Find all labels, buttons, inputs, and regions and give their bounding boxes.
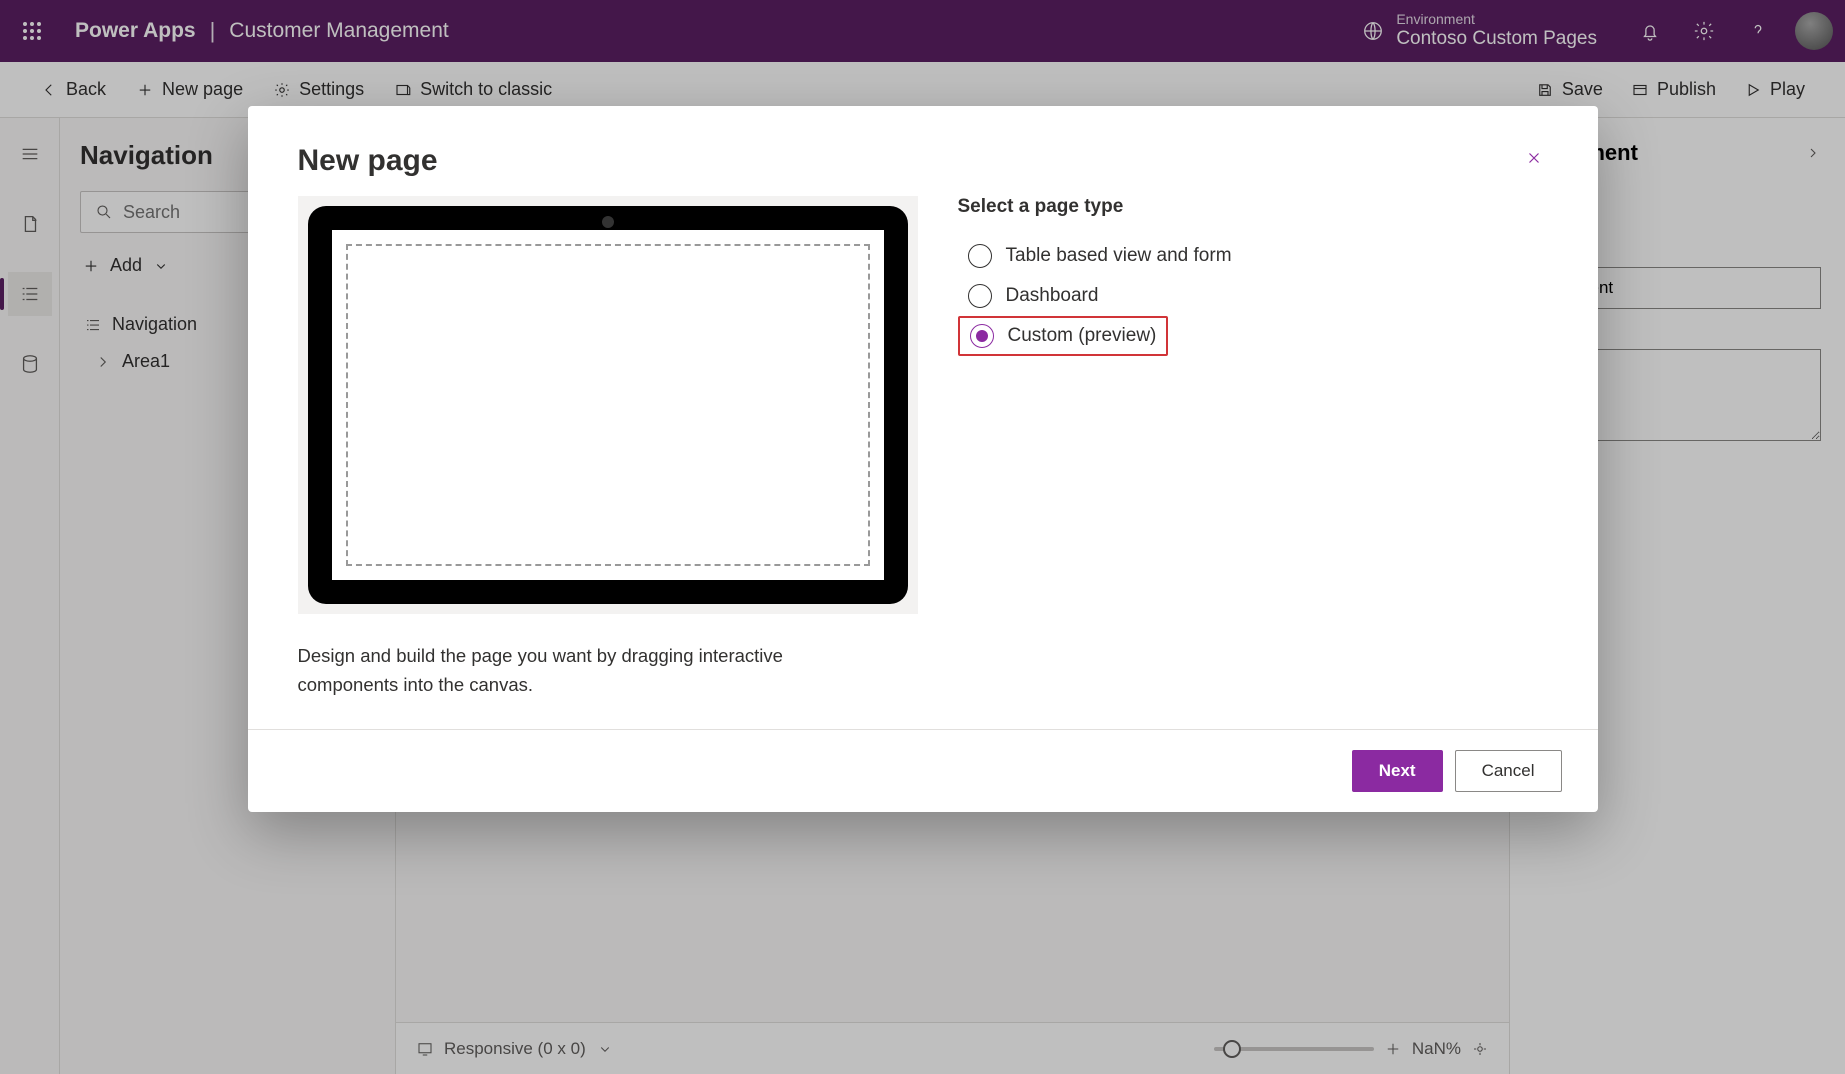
radio-label: Dashboard [1006,285,1099,307]
radio-indicator [968,284,992,308]
page-type-option-2[interactable]: Custom (preview) [958,316,1169,356]
next-button[interactable]: Next [1352,750,1443,792]
page-type-option-1[interactable]: Dashboard [958,276,1548,316]
close-icon [1525,149,1543,167]
preview-frame [298,196,918,614]
radio-indicator [968,244,992,268]
cancel-button[interactable]: Cancel [1455,750,1562,792]
modal-close-button[interactable] [1520,144,1548,172]
modal-overlay: New page Design and build the page you w… [0,0,1845,1074]
radio-indicator [970,324,994,348]
radio-label: Custom (preview) [1008,325,1157,347]
page-type-list: Table based view and form Dashboard Custom… [958,236,1548,356]
tablet-preview [308,206,908,604]
preview-description: Design and build the page you want by dr… [298,642,858,699]
modal-title: New page [298,144,438,178]
new-page-modal: New page Design and build the page you w… [248,106,1598,812]
radio-label: Table based view and form [1006,245,1232,267]
page-type-option-0[interactable]: Table based view and form [958,236,1548,276]
modal-footer: Next Cancel [248,729,1598,812]
options-title: Select a page type [958,196,1548,218]
